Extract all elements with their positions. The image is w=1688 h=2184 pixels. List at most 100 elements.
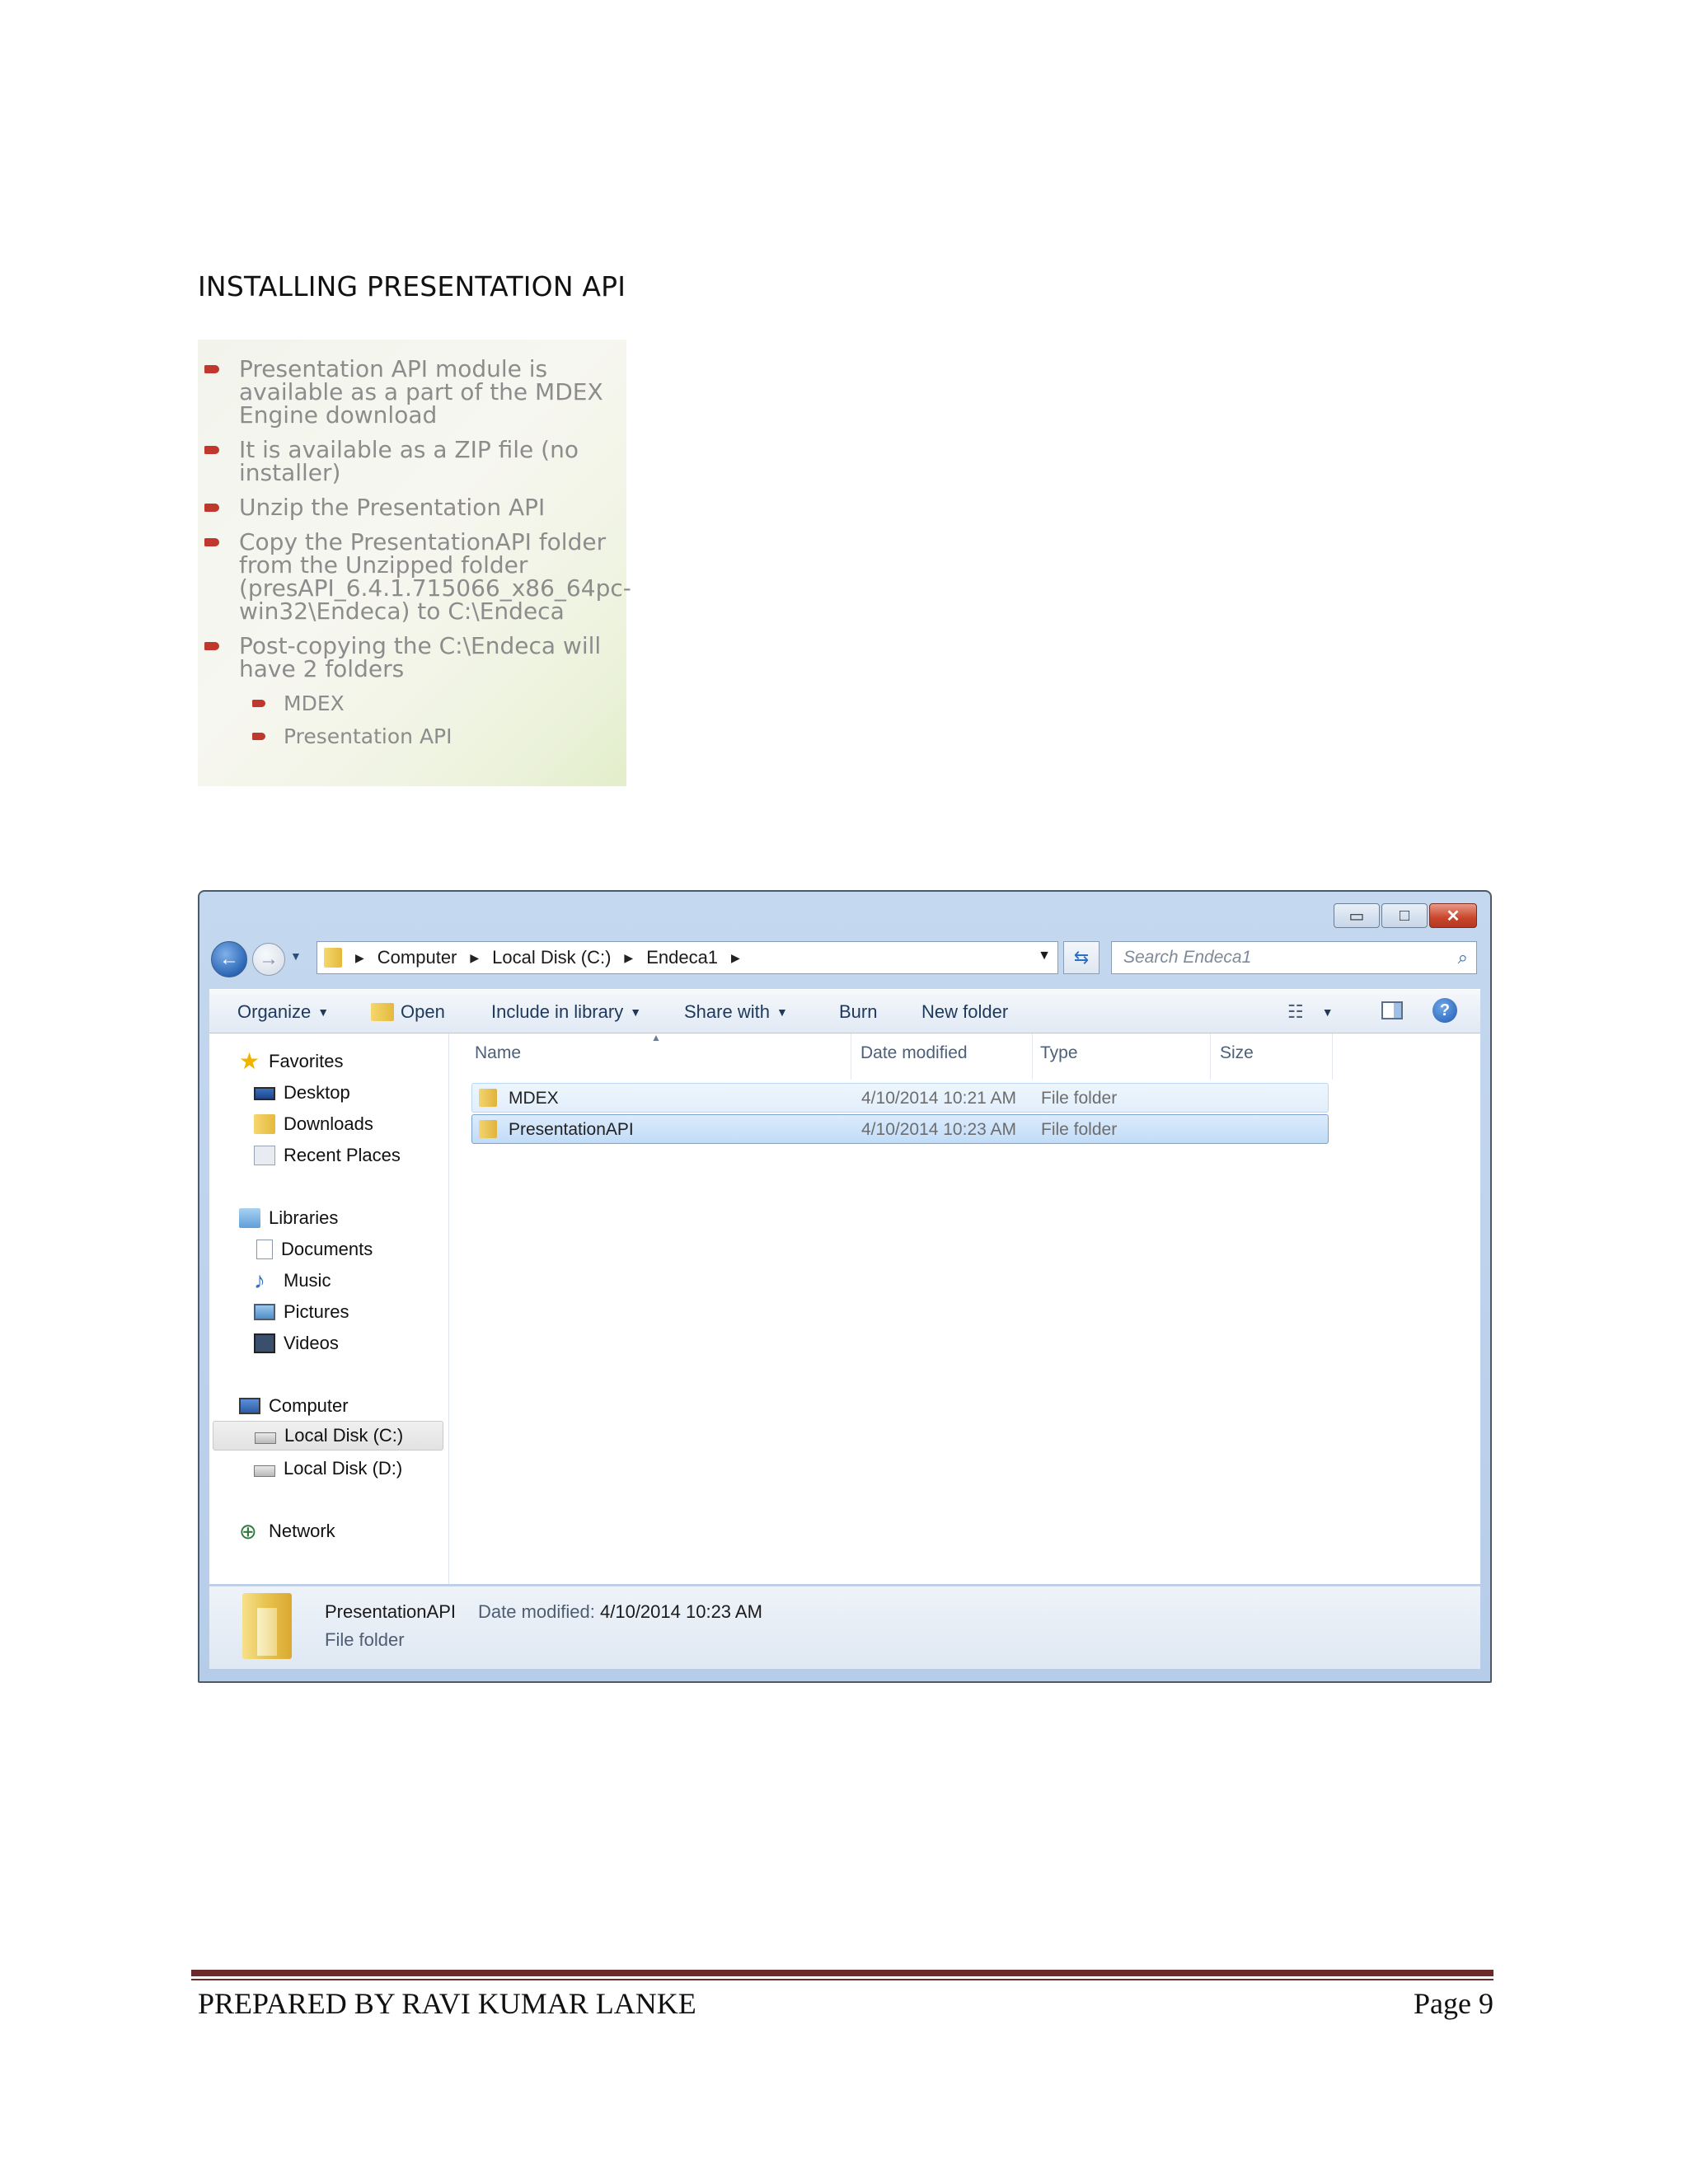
slide-bullet: It is available as a ZIP file (no instal…: [198, 438, 626, 485]
breadcrumb-endeca1[interactable]: Endeca1: [646, 947, 718, 968]
close-button[interactable]: ✕: [1429, 903, 1477, 928]
nav-computer[interactable]: Computer: [239, 1391, 349, 1421]
history-dropdown-icon[interactable]: ▼: [290, 949, 302, 963]
nav-desktop[interactable]: Desktop: [254, 1078, 350, 1108]
breadcrumb-local-disk-c[interactable]: Local Disk (C:): [492, 947, 611, 968]
folder-icon: [479, 1089, 497, 1107]
details-date-label: Date modified:: [478, 1601, 595, 1622]
close-icon: ✕: [1446, 907, 1461, 926]
slide-bullet: Post-copying the C:\Endeca will have 2 f…: [198, 635, 626, 681]
libraries-icon: [239, 1208, 260, 1228]
preview-pane-icon: [1381, 1001, 1403, 1019]
chevron-right-icon: ▶: [624, 950, 634, 964]
column-header-type[interactable]: Type: [1040, 1043, 1078, 1063]
include-in-library-button[interactable]: Include in library ▼: [491, 1001, 641, 1023]
maximize-button[interactable]: □: [1381, 903, 1428, 928]
bullet-icon: [204, 642, 219, 650]
bullet-icon: [252, 700, 265, 707]
slide-bullet: Presentation API module is available as …: [198, 358, 626, 427]
caret-down-icon: ▼: [317, 1005, 330, 1019]
new-folder-button[interactable]: New folder: [921, 1001, 1008, 1023]
search-icon[interactable]: ⌕: [1458, 942, 1468, 973]
share-with-button[interactable]: Share with ▼: [684, 1001, 788, 1023]
downloads-icon: [254, 1114, 275, 1134]
page-number: Page 9: [1414, 1987, 1493, 2020]
forward-arrow-icon: →: [259, 948, 279, 970]
nav-pictures[interactable]: Pictures: [254, 1297, 349, 1327]
videos-icon: [254, 1333, 275, 1353]
address-dropdown-icon[interactable]: ▼: [1038, 949, 1051, 963]
refresh-button[interactable]: ⇆: [1063, 941, 1100, 974]
details-name: PresentationAPI: [325, 1601, 456, 1622]
bullet-icon: [204, 446, 219, 454]
window-controls: ▭ □ ✕: [1334, 903, 1477, 928]
preview-pane-button[interactable]: [1381, 1001, 1403, 1019]
recent-places-icon: [254, 1146, 275, 1165]
back-button[interactable]: ←: [211, 941, 247, 977]
help-icon: ?: [1432, 998, 1457, 1023]
view-list-icon: ☷: [1287, 1001, 1304, 1022]
help-button[interactable]: ?: [1432, 998, 1457, 1023]
network-icon: ⊕: [239, 1519, 257, 1544]
nav-local-disk-d[interactable]: Local Disk (D:): [254, 1454, 402, 1483]
nav-music[interactable]: ♪ Music: [254, 1266, 331, 1296]
folder-icon: [324, 948, 342, 968]
nav-local-disk-c[interactable]: Local Disk (C:): [213, 1421, 443, 1451]
minimize-icon: ▭: [1348, 907, 1365, 926]
bullet-icon: [204, 538, 219, 546]
details-type: File folder: [325, 1629, 405, 1650]
open-folder-icon: [371, 1003, 394, 1021]
slide-bullet-list: Presentation API module is available as …: [198, 358, 631, 758]
nav-favorites[interactable]: ★ Favorites: [239, 1047, 343, 1076]
column-divider[interactable]: [1210, 1033, 1211, 1080]
column-divider[interactable]: [1032, 1033, 1033, 1080]
refresh-icon: ⇆: [1073, 947, 1090, 968]
slide-subbullet: MDEX: [198, 692, 626, 715]
column-header-size[interactable]: Size: [1220, 1043, 1254, 1063]
breadcrumb-computer[interactable]: Computer: [377, 947, 457, 968]
pictures-icon: [254, 1304, 275, 1320]
local-disk-icon: [254, 1465, 275, 1477]
local-disk-icon: [255, 1432, 276, 1444]
nav-network[interactable]: ⊕ Network: [239, 1516, 335, 1546]
bullet-icon: [252, 733, 265, 740]
open-button[interactable]: Open: [371, 1001, 445, 1023]
slide-bullet: Copy the PresentationAPI folder from the…: [198, 531, 631, 623]
file-list: ▲ Name Date modified Type Size MDEX 4/10…: [448, 1032, 1480, 1584]
sort-ascending-icon: ▲: [651, 1032, 661, 1043]
column-header-name[interactable]: Name: [475, 1043, 521, 1063]
explorer-body: ★ Favorites Desktop Downloads Recent Plac…: [209, 1032, 1480, 1584]
maximize-icon: □: [1399, 906, 1410, 925]
slide-image: Presentation API module is available as …: [198, 340, 631, 786]
desktop-icon: [254, 1087, 275, 1100]
section-title: INSTALLING PRESENTATION API: [198, 270, 626, 302]
caret-down-icon: ▼: [630, 1005, 642, 1019]
chevron-right-icon: ▶: [470, 950, 480, 964]
nav-libraries[interactable]: Libraries: [239, 1203, 338, 1233]
forward-button[interactable]: →: [252, 943, 285, 976]
music-icon: ♪: [254, 1268, 265, 1293]
file-row[interactable]: MDEX 4/10/2014 10:21 AM File folder: [471, 1083, 1329, 1113]
nav-videos[interactable]: Videos: [254, 1329, 339, 1358]
nav-documents[interactable]: Documents: [254, 1235, 373, 1264]
nav-recent-places[interactable]: Recent Places: [254, 1141, 401, 1170]
nav-downloads[interactable]: Downloads: [254, 1109, 373, 1139]
address-bar[interactable]: ▶ Computer ▶ Local Disk (C:) ▶ Endeca1 ▶…: [316, 941, 1058, 974]
star-icon: ★: [239, 1048, 260, 1074]
bullet-icon: [204, 504, 219, 512]
caret-down-icon: ▼: [776, 1005, 788, 1019]
navigation-pane: ★ Favorites Desktop Downloads Recent Plac…: [209, 1033, 449, 1584]
column-header-date-modified[interactable]: Date modified: [860, 1043, 968, 1063]
footer-author: PREPARED BY RAVI KUMAR LANKE: [198, 1987, 696, 2020]
search-input[interactable]: Search Endeca1 ⌕: [1111, 941, 1477, 974]
computer-icon: [239, 1398, 260, 1414]
burn-button[interactable]: Burn: [839, 1001, 877, 1023]
column-divider[interactable]: [1332, 1033, 1333, 1080]
back-arrow-icon: ←: [219, 948, 239, 970]
change-view-button[interactable]: ☷ ▼: [1287, 1001, 1334, 1023]
minimize-button[interactable]: ▭: [1334, 903, 1380, 928]
command-bar: Organize ▼ Open Include in library ▼ Share…: [209, 989, 1480, 1033]
navigation-bar: ← → ▼ ▶ Computer ▶ Local Disk (C:) ▶ End…: [211, 940, 1479, 979]
file-row-selected[interactable]: PresentationAPI 4/10/2014 10:23 AM File …: [471, 1114, 1329, 1144]
organize-button[interactable]: Organize ▼: [237, 1001, 329, 1023]
